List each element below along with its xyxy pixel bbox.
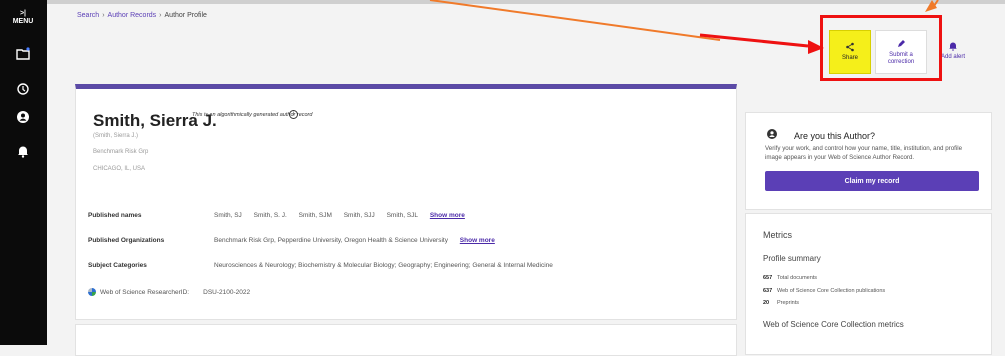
breadcrumb-separator: › [102,12,105,19]
metrics-title: Metrics [763,230,792,240]
subject-categories-values: Neurosciences & Neurology; Biochemistry … [214,262,553,269]
folder-icon[interactable] [14,45,32,63]
user-circle-icon [767,129,777,139]
stat-value: 657 [763,275,773,281]
stat-value: 637 [763,288,773,294]
top-strip [47,0,1005,4]
stat-label: Total documents [777,275,818,281]
published-names-label: Published names [88,212,142,219]
author-profile-card: Smith, Sierra J. This is an algorithmica… [75,84,737,320]
stat-label: Preprints [777,300,800,306]
info-icon[interactable]: i [289,110,298,119]
claim-description: Verify your work, and control how your n… [765,145,963,161]
published-name: Smith, S. J. [253,212,287,219]
add-alert-label: Add alert [940,54,965,60]
published-orgs-label: Published Organizations [88,237,165,244]
wos-logo-icon [88,288,96,296]
stat-value: 20 [763,300,770,306]
profile-summary-heading: Profile summary [763,254,821,263]
breadcrumb-author-records-link[interactable]: Author Records [108,12,157,19]
stat-wos-publications: 637 Web of Science Core Collection public… [763,288,885,294]
subject-categories-label: Subject Categories [88,262,147,269]
menu-label: MENU [12,18,34,25]
breadcrumb: Search › Author Records › Author Profile [77,12,207,19]
menu-toggle-icon: >| [19,10,27,17]
breadcrumb-search-link[interactable]: Search [77,12,99,19]
stat-total-documents: 657 Total documents [763,275,817,281]
claim-title: Are you this Author? [794,131,876,141]
published-name: Smith, SJ [214,212,242,219]
breadcrumb-separator: › [159,12,162,19]
published-name: Smith, SJM [298,212,332,219]
published-orgs-text: Benchmark Risk Grp, Pepperdine Universit… [214,237,448,244]
metrics-card: Metrics Profile summary 657 Total documen… [745,213,992,355]
breadcrumb-current: Author Profile [164,12,207,19]
left-sidebar: >| MENU [0,0,47,345]
bell-alert-icon [949,42,957,51]
lower-card [75,324,737,356]
author-organization: Benchmark Risk Grp [93,149,149,155]
bell-icon[interactable] [14,142,32,160]
user-icon[interactable] [14,108,32,126]
stat-preprints: 20 Preprints [763,300,799,306]
published-orgs-values: Benchmark Risk Grp, Pepperdine Universit… [214,237,505,244]
published-names-show-more[interactable]: Show more [430,212,465,219]
researcher-id-row: Web of Science ResearcherID: DSU-2100-20… [88,288,250,296]
researcher-id-value: DSU-2100-2022 [203,288,251,296]
published-names-values: Smith, SJ Smith, S. J. Smith, SJM Smith,… [214,212,475,219]
stat-label: Web of Science Core Collection publicati… [777,288,886,294]
author-location: CHICAGO, IL, USA [93,166,146,172]
claim-record-card: Are you this Author? Verify your work, a… [745,112,992,210]
published-orgs-show-more[interactable]: Show more [460,237,495,244]
claim-record-button[interactable]: Claim my record [765,171,979,191]
highlight-box [820,15,942,81]
menu-toggle-button[interactable]: >| MENU [8,10,38,26]
published-name: Smith, SJL [386,212,419,219]
history-icon[interactable] [14,80,32,98]
published-name: Smith, SJJ [343,212,375,219]
researcher-id-label: Web of Science ResearcherID: [100,288,190,296]
wos-metrics-heading: Web of Science Core Collection metrics [763,320,904,329]
author-alt-name: (Smith, Sierra J.) [93,133,139,139]
